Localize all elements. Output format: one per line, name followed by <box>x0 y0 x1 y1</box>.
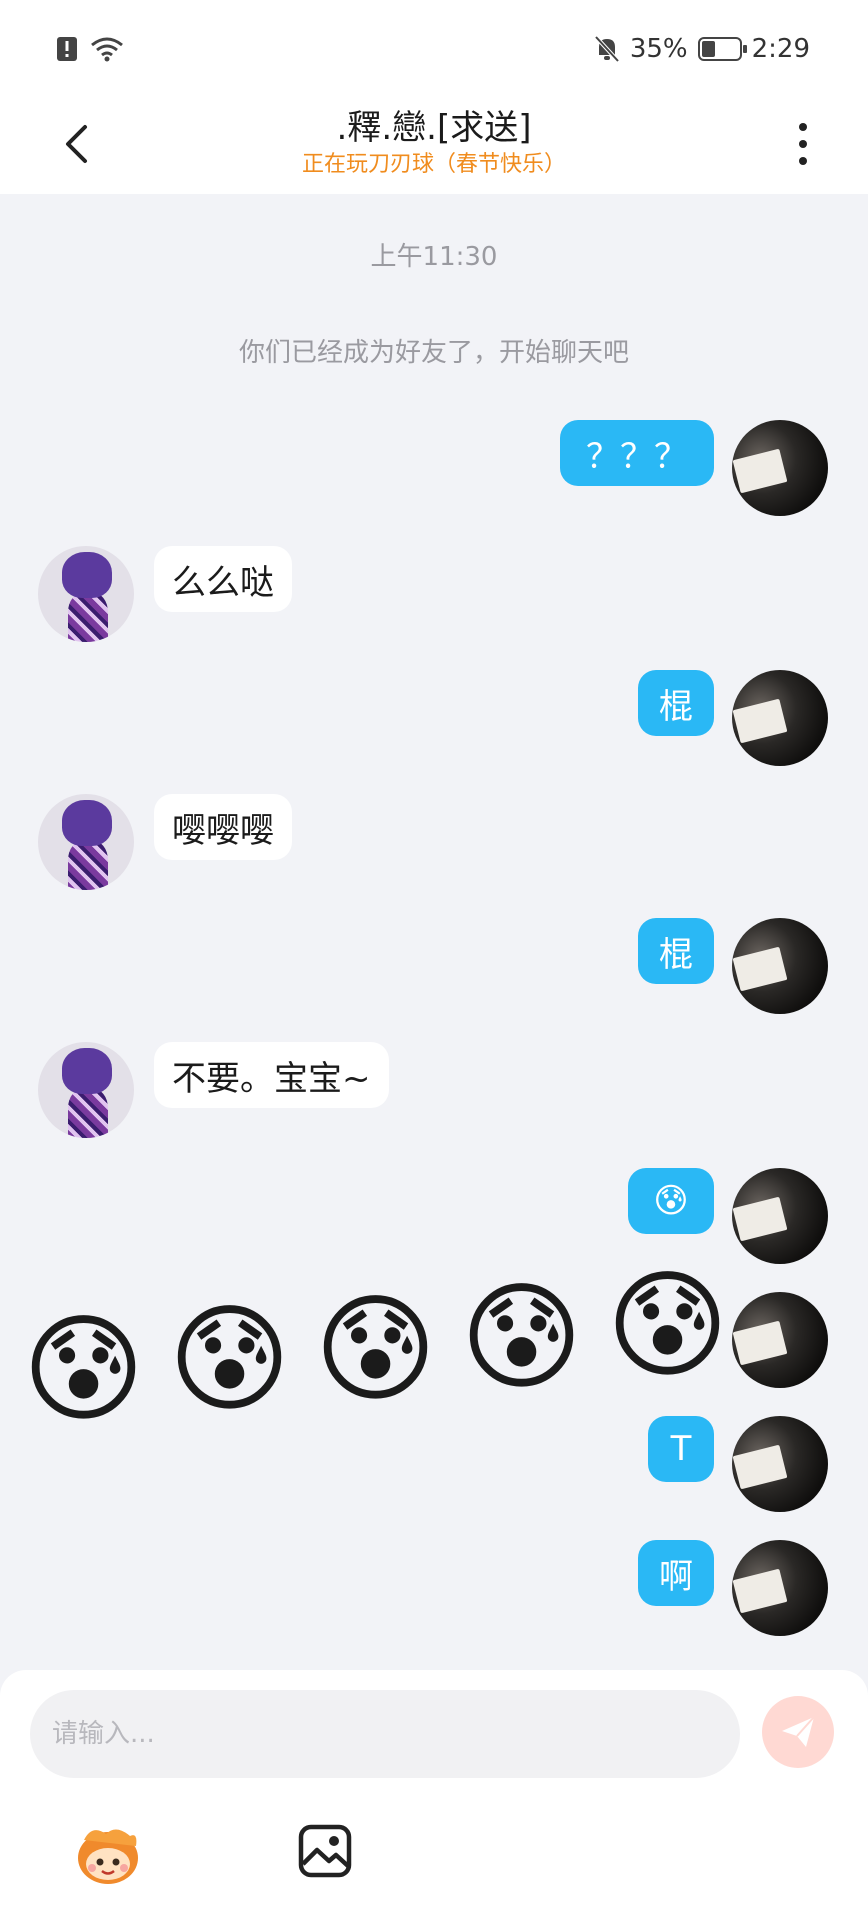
status-bar: 35% 2:29 <box>0 0 868 96</box>
message-bubble-received[interactable]: 嘤嘤嘤 <box>154 794 292 860</box>
avatar-self[interactable] <box>732 1540 828 1636</box>
message-bubble-sent[interactable]: 棍 <box>638 670 714 736</box>
anxious-face-icon: 😰 <box>460 1268 584 1406</box>
message-composer <box>0 1670 868 1920</box>
avatar-self[interactable] <box>732 670 828 766</box>
anxious-face-icon: 😰 <box>168 1290 292 1428</box>
battery-level-fill <box>701 41 715 57</box>
clock: 2:29 <box>751 34 810 64</box>
wifi-icon <box>91 37 123 62</box>
chat-header: .釋.戀.[求送] 正在玩刀刃球（春节快乐） <box>0 96 868 194</box>
image-button[interactable] <box>298 1824 352 1878</box>
avatar-self[interactable] <box>732 918 828 1014</box>
message-bubble-sent[interactable]: 😰 <box>628 1168 714 1234</box>
chat-subtitle: 正在玩刀刃球（春节快乐） <box>301 152 566 177</box>
avatar-self[interactable] <box>732 1416 828 1512</box>
anxious-face-icon: 😰 <box>606 1256 730 1394</box>
message-bubble-sent[interactable]: 棍 <box>638 918 714 984</box>
sticker-icon <box>78 1829 138 1884</box>
mute-bell-icon <box>594 35 620 63</box>
message-bubble-received[interactable]: 不要。宝宝~ <box>154 1042 389 1108</box>
timestamp: 上午11:30 <box>370 242 498 272</box>
more-dot-icon <box>799 123 807 131</box>
avatar-self[interactable] <box>732 1292 828 1388</box>
image-icon <box>298 1824 352 1878</box>
avatar-self[interactable] <box>732 420 828 516</box>
message-bubble-received[interactable]: 么么哒 <box>154 546 292 612</box>
system-message: 你们已经成为好友了，开始聊天吧 <box>238 338 629 368</box>
chat-title: .釋.戀.[求送] <box>336 108 532 148</box>
more-dot-icon <box>799 157 807 165</box>
message-bubble-sent[interactable]: 啊 <box>638 1540 714 1606</box>
sticker-button[interactable] <box>72 1818 144 1890</box>
avatar-contact[interactable] <box>38 1042 134 1138</box>
battery-icon <box>697 37 747 61</box>
avatar-contact[interactable] <box>38 794 134 890</box>
message-bubble-sent[interactable]: ？？？ <box>560 420 714 486</box>
chat-area[interactable]: 上午11:30 你们已经成为好友了，开始聊天吧 ？？？ 么么哒 棍 嘤嘤嘤 棍 … <box>0 194 868 1670</box>
avatar-self[interactable] <box>732 1168 828 1264</box>
send-icon <box>782 1716 815 1747</box>
alert-icon <box>57 37 77 61</box>
anxious-face-icon: 😰 <box>22 1300 146 1438</box>
battery-percent: 35% <box>629 34 688 64</box>
anxious-face-icon: 😰 <box>314 1280 438 1418</box>
more-dot-icon <box>799 140 807 148</box>
emoji-burst-animation: 😰 😰 😰 😰 😰 <box>22 1266 742 1438</box>
avatar-contact[interactable] <box>38 546 134 642</box>
more-options-button[interactable] <box>788 114 818 174</box>
send-button[interactable] <box>762 1696 834 1768</box>
message-input[interactable] <box>30 1690 740 1778</box>
